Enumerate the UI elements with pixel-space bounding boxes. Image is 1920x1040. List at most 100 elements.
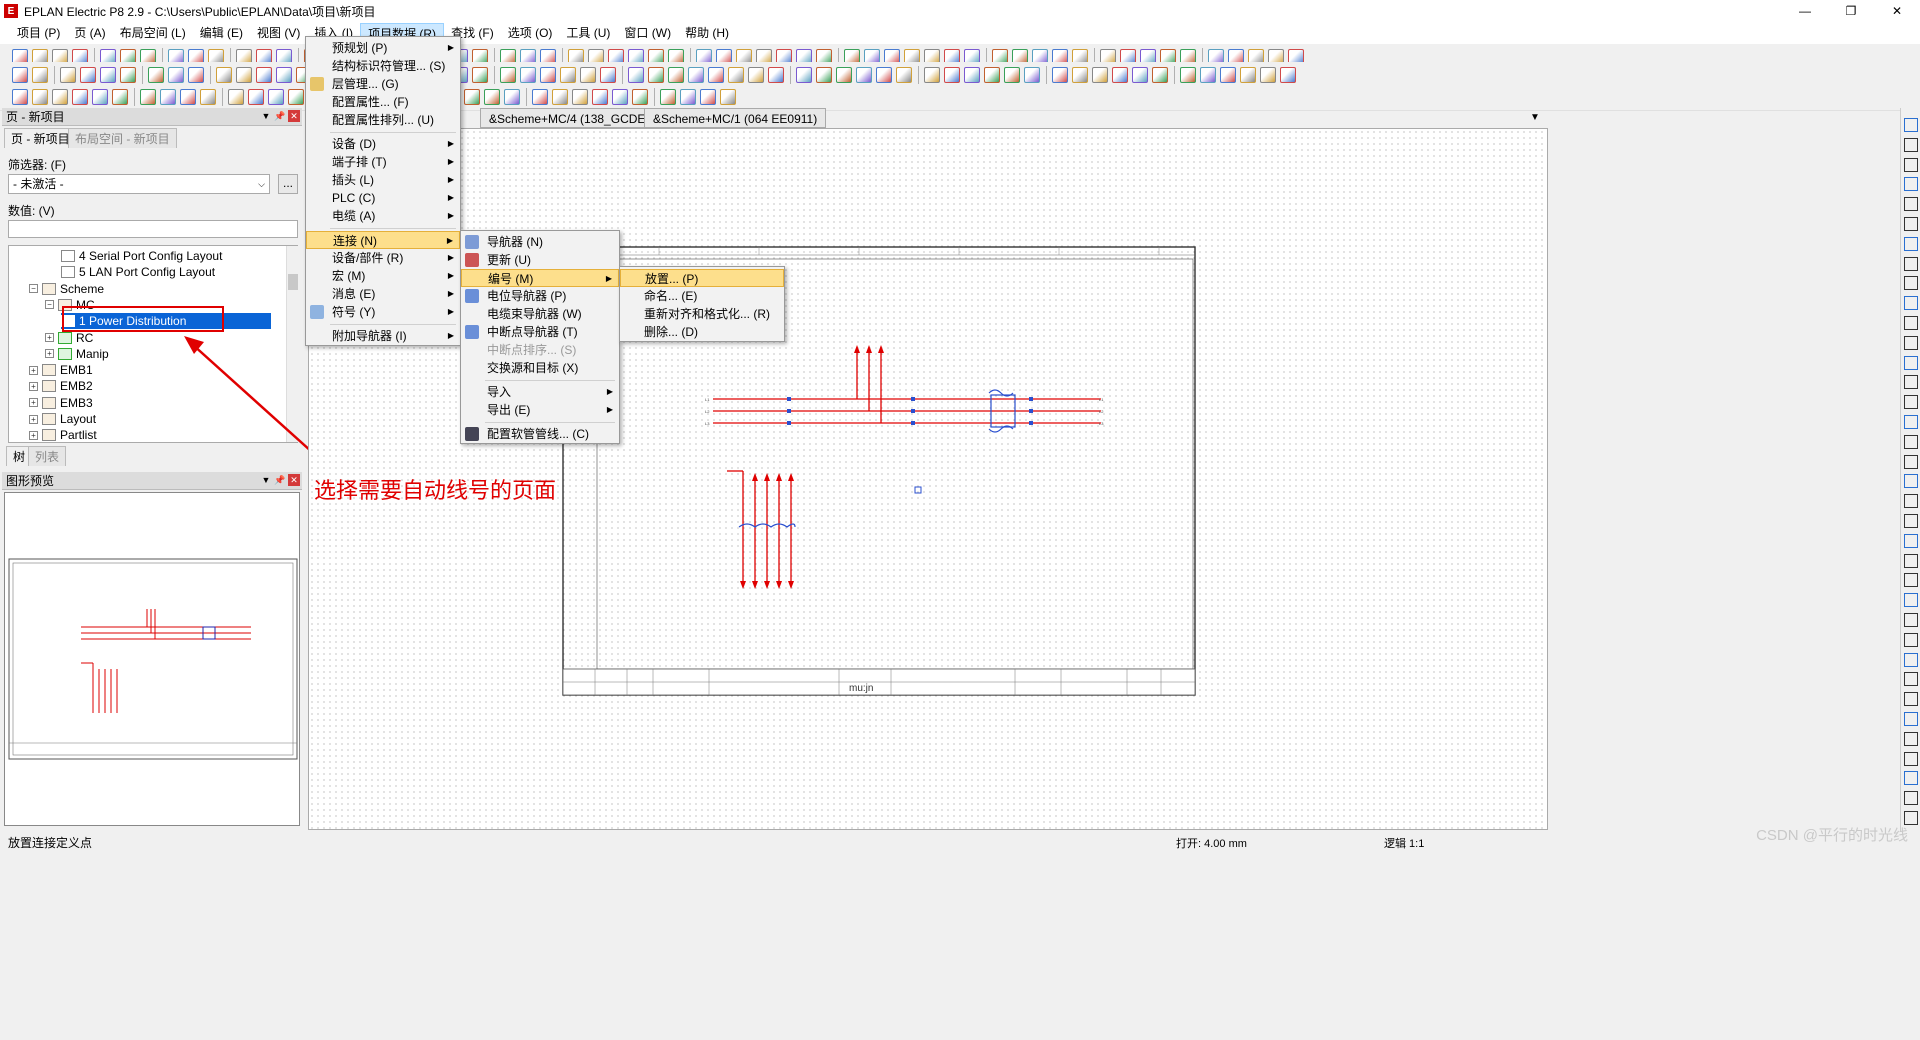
toolbar-button-icon[interactable] [268, 89, 284, 105]
connection-menu-item[interactable]: 中断点导航器 (T) [461, 323, 619, 341]
toolbar-button-icon[interactable] [60, 67, 76, 83]
toolbar-button-icon[interactable] [896, 67, 912, 83]
toolbar-button-icon[interactable] [944, 67, 960, 83]
project-data-menu-item[interactable]: 设备/部件 (R) ▶ [306, 249, 460, 267]
drawing-tool-icon[interactable] [1904, 157, 1918, 172]
tree-item[interactable]: 5 LAN Port Config Layout [61, 264, 215, 280]
drawing-tool-icon[interactable] [1904, 514, 1918, 528]
drawing-tool-icon[interactable] [1904, 573, 1918, 588]
toolbar-button-icon[interactable] [500, 67, 516, 83]
toolbar-button-icon[interactable] [276, 67, 292, 83]
toolbar-button-icon[interactable] [256, 67, 272, 83]
drawing-tool-icon[interactable] [1904, 415, 1918, 429]
toolbar-button-icon[interactable] [120, 67, 136, 83]
toolbar-button-icon[interactable] [92, 89, 108, 105]
value-input[interactable] [8, 220, 298, 238]
minimize-button[interactable]: — [1782, 0, 1828, 22]
toolbar-button-icon[interactable] [12, 67, 28, 83]
tree-item[interactable]: 4 Serial Port Config Layout [61, 248, 222, 264]
toolbar-button-icon[interactable] [1024, 67, 1040, 83]
drawing-tool-icon[interactable] [1904, 256, 1918, 271]
toolbar-button-icon[interactable] [580, 67, 596, 83]
toolbar-button-icon[interactable] [680, 89, 696, 105]
drawing-tool-icon[interactable] [1904, 632, 1918, 647]
project-data-menu-item[interactable]: 结构标识符管理... (S) [306, 57, 460, 75]
collapse-icon[interactable]: − [29, 284, 38, 294]
toolbar-button-icon[interactable] [1260, 67, 1276, 83]
toolbar-button-icon[interactable] [1200, 67, 1216, 83]
toolbar-button-icon[interactable] [668, 67, 684, 83]
drawing-tool-icon[interactable] [1904, 771, 1918, 786]
toolbar-button-icon[interactable] [964, 67, 980, 83]
preview-close-icon[interactable]: ✕ [288, 474, 300, 486]
restore-button[interactable]: ❐ [1828, 0, 1874, 22]
toolbar-button-icon[interactable] [856, 67, 872, 83]
toolbar-button-icon[interactable] [80, 67, 96, 83]
toolbar-button-icon[interactable] [700, 89, 716, 105]
connection-menu-item[interactable]: 配置软管管线... (C) [461, 425, 619, 443]
toolbar-button-icon[interactable] [984, 67, 1000, 83]
tree-item[interactable]: + EMB3 [29, 395, 93, 411]
toolbar-button-icon[interactable] [32, 89, 48, 105]
expand-icon[interactable]: + [29, 414, 38, 424]
tab-list-dropdown-icon[interactable]: ▼ [1530, 112, 1540, 123]
toolbar-button-icon[interactable] [1180, 67, 1196, 83]
drawing-tool-icon[interactable] [1904, 692, 1918, 707]
toolbar-button-icon[interactable] [924, 67, 940, 83]
toolbar-button-icon[interactable] [228, 89, 244, 105]
connection-menu-item[interactable]: 编号 (M) ▶ [461, 269, 619, 287]
toolbar-button-icon[interactable] [836, 67, 852, 83]
tree-item[interactable]: − Scheme [29, 281, 104, 297]
drawing-tool-icon[interactable] [1904, 533, 1918, 548]
project-data-menu-item[interactable]: 电缆 (A) ▶ [306, 207, 460, 225]
drawing-tool-icon[interactable] [1904, 751, 1918, 766]
project-data-menu-item[interactable]: 附加导航器 (I) ▶ [306, 327, 460, 345]
toolbar-button-icon[interactable] [708, 67, 724, 83]
project-data-menu-item[interactable]: 配置属性排列... (U) [306, 111, 460, 129]
project-data-menu-item[interactable]: 符号 (Y) ▶ [306, 303, 460, 321]
toolbar-button-icon[interactable] [632, 89, 648, 105]
doc-tab-2[interactable]: &Scheme+MC/1 (064 EE0911) [644, 108, 827, 128]
toolbar-button-icon[interactable] [876, 67, 892, 83]
expand-icon[interactable]: + [45, 333, 54, 342]
toolbar-button-icon[interactable] [112, 89, 128, 105]
tree-item[interactable]: + Layout [29, 411, 96, 427]
project-data-menu-item[interactable]: PLC (C) ▶ [306, 189, 460, 207]
filter-browse-button[interactable]: ... [278, 174, 298, 194]
toolbar-button-icon[interactable] [100, 67, 116, 83]
expand-icon[interactable]: + [29, 381, 38, 391]
toolbar-button-icon[interactable] [720, 89, 736, 105]
drawing-tool-icon[interactable] [1904, 474, 1918, 489]
drawing-tool-icon[interactable] [1904, 296, 1918, 311]
numbering-menu-item[interactable]: 删除... (D) [620, 323, 784, 341]
drawing-tool-icon[interactable] [1904, 652, 1918, 667]
toolbar-button-icon[interactable] [180, 89, 196, 105]
menu-help[interactable]: 帮助 (H) [678, 23, 736, 43]
toolbar-button-icon[interactable] [1152, 67, 1168, 83]
numbering-menu-item[interactable]: 重新对齐和格式化... (R) [620, 305, 784, 323]
toolbar-button-icon[interactable] [504, 89, 520, 105]
drawing-tool-icon[interactable] [1904, 811, 1918, 825]
toolbar-button-icon[interactable] [1072, 67, 1088, 83]
toolbar-button-icon[interactable] [168, 67, 184, 83]
drawing-tool-icon[interactable] [1904, 553, 1918, 568]
toolbar-button-icon[interactable] [1004, 67, 1020, 83]
drawing-tool-icon[interactable] [1904, 672, 1918, 687]
toolbar-button-icon[interactable] [648, 67, 664, 83]
drawing-tool-icon[interactable] [1904, 712, 1918, 726]
tab-layout-space[interactable]: 布局空间 - 新项目 [68, 128, 177, 148]
connection-menu-item[interactable]: 导航器 (N) [461, 233, 619, 251]
expand-icon[interactable]: + [29, 365, 38, 375]
drawing-tool-icon[interactable] [1904, 375, 1918, 390]
toolbar-button-icon[interactable] [1280, 67, 1296, 83]
drawing-tool-icon[interactable] [1904, 316, 1918, 330]
toolbar-button-icon[interactable] [796, 67, 812, 83]
toolbar-button-icon[interactable] [188, 67, 204, 83]
toolbar-button-icon[interactable] [236, 67, 252, 83]
drawing-tool-icon[interactable] [1904, 217, 1918, 231]
project-data-menu-item[interactable]: 宏 (M) ▶ [306, 267, 460, 285]
drawing-tool-icon[interactable] [1904, 434, 1918, 449]
drawing-tool-icon[interactable] [1904, 395, 1918, 410]
toolbar-button-icon[interactable] [768, 67, 784, 83]
drawing-tool-icon[interactable] [1904, 791, 1918, 806]
